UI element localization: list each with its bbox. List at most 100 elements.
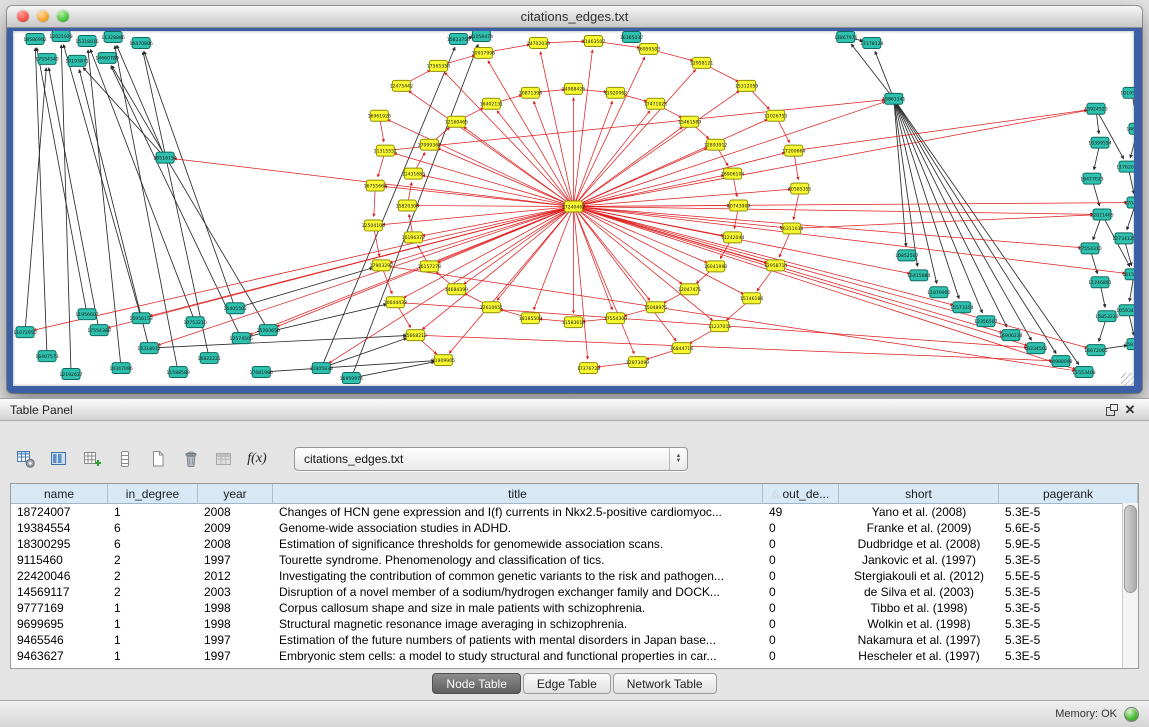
table-cell[interactable]: 5.3E-5 xyxy=(999,504,1138,520)
table-cell[interactable]: 6 xyxy=(108,536,198,552)
table-cell[interactable]: 1 xyxy=(108,648,198,664)
network-node[interactable]: 16402131 xyxy=(480,98,503,109)
network-node[interactable]: 17178129 xyxy=(860,37,883,48)
column-header-year[interactable]: year xyxy=(198,484,273,503)
table-cell[interactable]: Stergiakouli et al. (2012) xyxy=(839,568,999,584)
network-node[interactable]: 10871396 xyxy=(519,87,542,98)
table-cell[interactable]: Wolkin et al. (1998) xyxy=(839,616,999,632)
network-node[interactable]: 18185500 xyxy=(519,313,542,324)
network-node[interactable]: 15318016 xyxy=(75,35,98,46)
table-cell[interactable]: 5.9E-5 xyxy=(999,536,1138,552)
table-cell[interactable]: 1998 xyxy=(198,600,273,616)
network-node[interactable]: 12610651 xyxy=(480,302,503,313)
network-node[interactable]: 17554310 xyxy=(1078,243,1101,254)
table-cell[interactable]: 5.5E-5 xyxy=(999,568,1138,584)
table-cell[interactable]: 2008 xyxy=(198,504,273,520)
table-cell[interactable]: 1 xyxy=(108,504,198,520)
network-node[interactable]: 11879900 xyxy=(927,287,950,298)
network-node[interactable]: 10743909 xyxy=(727,200,750,211)
new-column-icon[interactable] xyxy=(80,447,104,471)
network-window-titlebar[interactable]: citations_edges.txt xyxy=(7,6,1142,28)
network-node[interactable]: 16906104 xyxy=(721,168,744,179)
table-row[interactable]: 946362711997Embryonic stem cells: a mode… xyxy=(11,648,1138,664)
column-header-title[interactable]: title xyxy=(273,484,763,503)
network-node[interactable]: 20516154 xyxy=(153,152,176,163)
table-cell[interactable]: 9115460 xyxy=(11,552,108,568)
column-header-pagerank[interactable]: pagerank xyxy=(999,484,1138,503)
column-header-out-de-[interactable]: △out_de... xyxy=(763,484,839,503)
network-node[interactable]: 10585355 xyxy=(788,183,811,194)
table-cell[interactable]: 2 xyxy=(108,584,198,600)
table-cell[interactable]: Genome-wide association studies in ADHD. xyxy=(273,520,763,536)
network-node[interactable]: 16477023 xyxy=(1080,173,1103,184)
network-node[interactable]: 16672065 xyxy=(1084,345,1107,356)
network-node[interactable]: 12356507 xyxy=(974,316,997,327)
network-node[interactable]: 12958121 xyxy=(690,57,713,68)
table-row[interactable]: 1830029562008Estimation of significance … xyxy=(11,536,1138,552)
table-cell[interactable]: Yano et al. (2008) xyxy=(839,504,999,520)
network-node[interactable]: 11956607 xyxy=(75,309,98,320)
network-node[interactable]: 10234502 xyxy=(1024,343,1047,354)
network-node[interactable]: 10347096 xyxy=(109,363,132,374)
table-cell[interactable]: 2008 xyxy=(198,536,273,552)
table-cell[interactable]: 2009 xyxy=(198,520,273,536)
network-node[interactable]: 16415884 xyxy=(907,270,930,281)
network-node[interactable]: 12734125 xyxy=(1112,233,1134,244)
table-cell[interactable]: 1997 xyxy=(198,552,273,568)
network-node[interactable]: 15461589 xyxy=(678,116,701,127)
network-node[interactable]: 17554388 xyxy=(87,325,110,336)
tab-node-table[interactable]: Node Table xyxy=(432,673,521,694)
table-cell[interactable]: 0 xyxy=(763,632,839,648)
table-row[interactable]: 1938455462009Genome-wide association stu… xyxy=(11,520,1138,536)
table-row[interactable]: 1872400712008Changes of HCN gene express… xyxy=(11,504,1138,520)
table-cell[interactable]: Investigating the contribution of common… xyxy=(273,568,763,584)
network-node[interactable]: 15956153 xyxy=(129,313,152,324)
network-node[interactable]: 16041990 xyxy=(704,261,727,272)
rows-view-icon[interactable] xyxy=(113,447,137,471)
table-cell[interactable]: 9465546 xyxy=(11,632,108,648)
table-selector-dropdown[interactable]: citations_edges.txt ▲ ▼ xyxy=(294,447,688,471)
network-node[interactable]: 10193871 xyxy=(65,55,88,66)
close-panel-icon[interactable]: ✕ xyxy=(1121,402,1139,418)
network-node[interactable]: 16959974 xyxy=(340,373,363,384)
network-node[interactable]: 11762040 xyxy=(1116,161,1134,172)
table-cell[interactable]: 14569117 xyxy=(11,584,108,600)
column-header-short[interactable]: short xyxy=(839,484,999,503)
network-node[interactable]: 12160465 xyxy=(445,116,468,127)
network-node[interactable]: 12893912 xyxy=(704,139,727,150)
table-cell[interactable]: 1997 xyxy=(198,648,273,664)
network-node[interactable]: 14660789 xyxy=(95,52,118,63)
table-cell[interactable]: 2012 xyxy=(198,568,273,584)
network-node[interactable]: 17999364 xyxy=(418,139,441,150)
network-node[interactable]: 11315551 xyxy=(374,145,397,156)
table-cell[interactable]: 5.3E-5 xyxy=(999,552,1138,568)
table-cell[interactable]: 1 xyxy=(108,600,198,616)
table-cell[interactable]: 1998 xyxy=(198,616,273,632)
network-node[interactable]: 12475442 xyxy=(390,80,413,91)
table-cell[interactable]: Tourette syndrome. Phenomenology and cla… xyxy=(273,552,763,568)
table-cell[interactable]: 2 xyxy=(108,552,198,568)
network-node[interactable]: 16470806 xyxy=(129,37,152,48)
network-node[interactable]: 16407573 xyxy=(35,351,58,362)
table-cell[interactable]: 0 xyxy=(763,552,839,568)
network-node[interactable]: 12873099 xyxy=(626,357,649,368)
table-settings-icon[interactable] xyxy=(14,447,38,471)
table-cell[interactable]: Estimation of significance thresholds fo… xyxy=(273,536,763,552)
network-node[interactable]: 14988098 xyxy=(1049,356,1072,367)
float-panel-icon[interactable] xyxy=(1103,402,1121,418)
table-cell[interactable]: 6 xyxy=(108,520,198,536)
table-cell[interactable]: 0 xyxy=(763,600,839,616)
table-cell[interactable]: 5.3E-5 xyxy=(999,584,1138,600)
table-cell[interactable]: 22420046 xyxy=(11,568,108,584)
network-node[interactable]: 10644433 xyxy=(384,297,407,308)
network-node[interactable]: 16157278 xyxy=(418,261,441,272)
network-node[interactable]: 19861541 xyxy=(882,93,905,104)
table-cell[interactable]: 2 xyxy=(108,568,198,584)
network-node[interactable]: 12958714 xyxy=(764,260,787,271)
network-node[interactable]: 16822221 xyxy=(197,353,220,364)
close-window-button[interactable] xyxy=(17,10,29,22)
function-builder-icon[interactable]: f(x) xyxy=(245,447,269,471)
table-row[interactable]: 977716911998Corpus callosum shape and si… xyxy=(11,600,1138,616)
network-node[interactable]: 11583619 xyxy=(562,317,585,328)
network-node[interactable]: 18586902 xyxy=(23,33,46,44)
